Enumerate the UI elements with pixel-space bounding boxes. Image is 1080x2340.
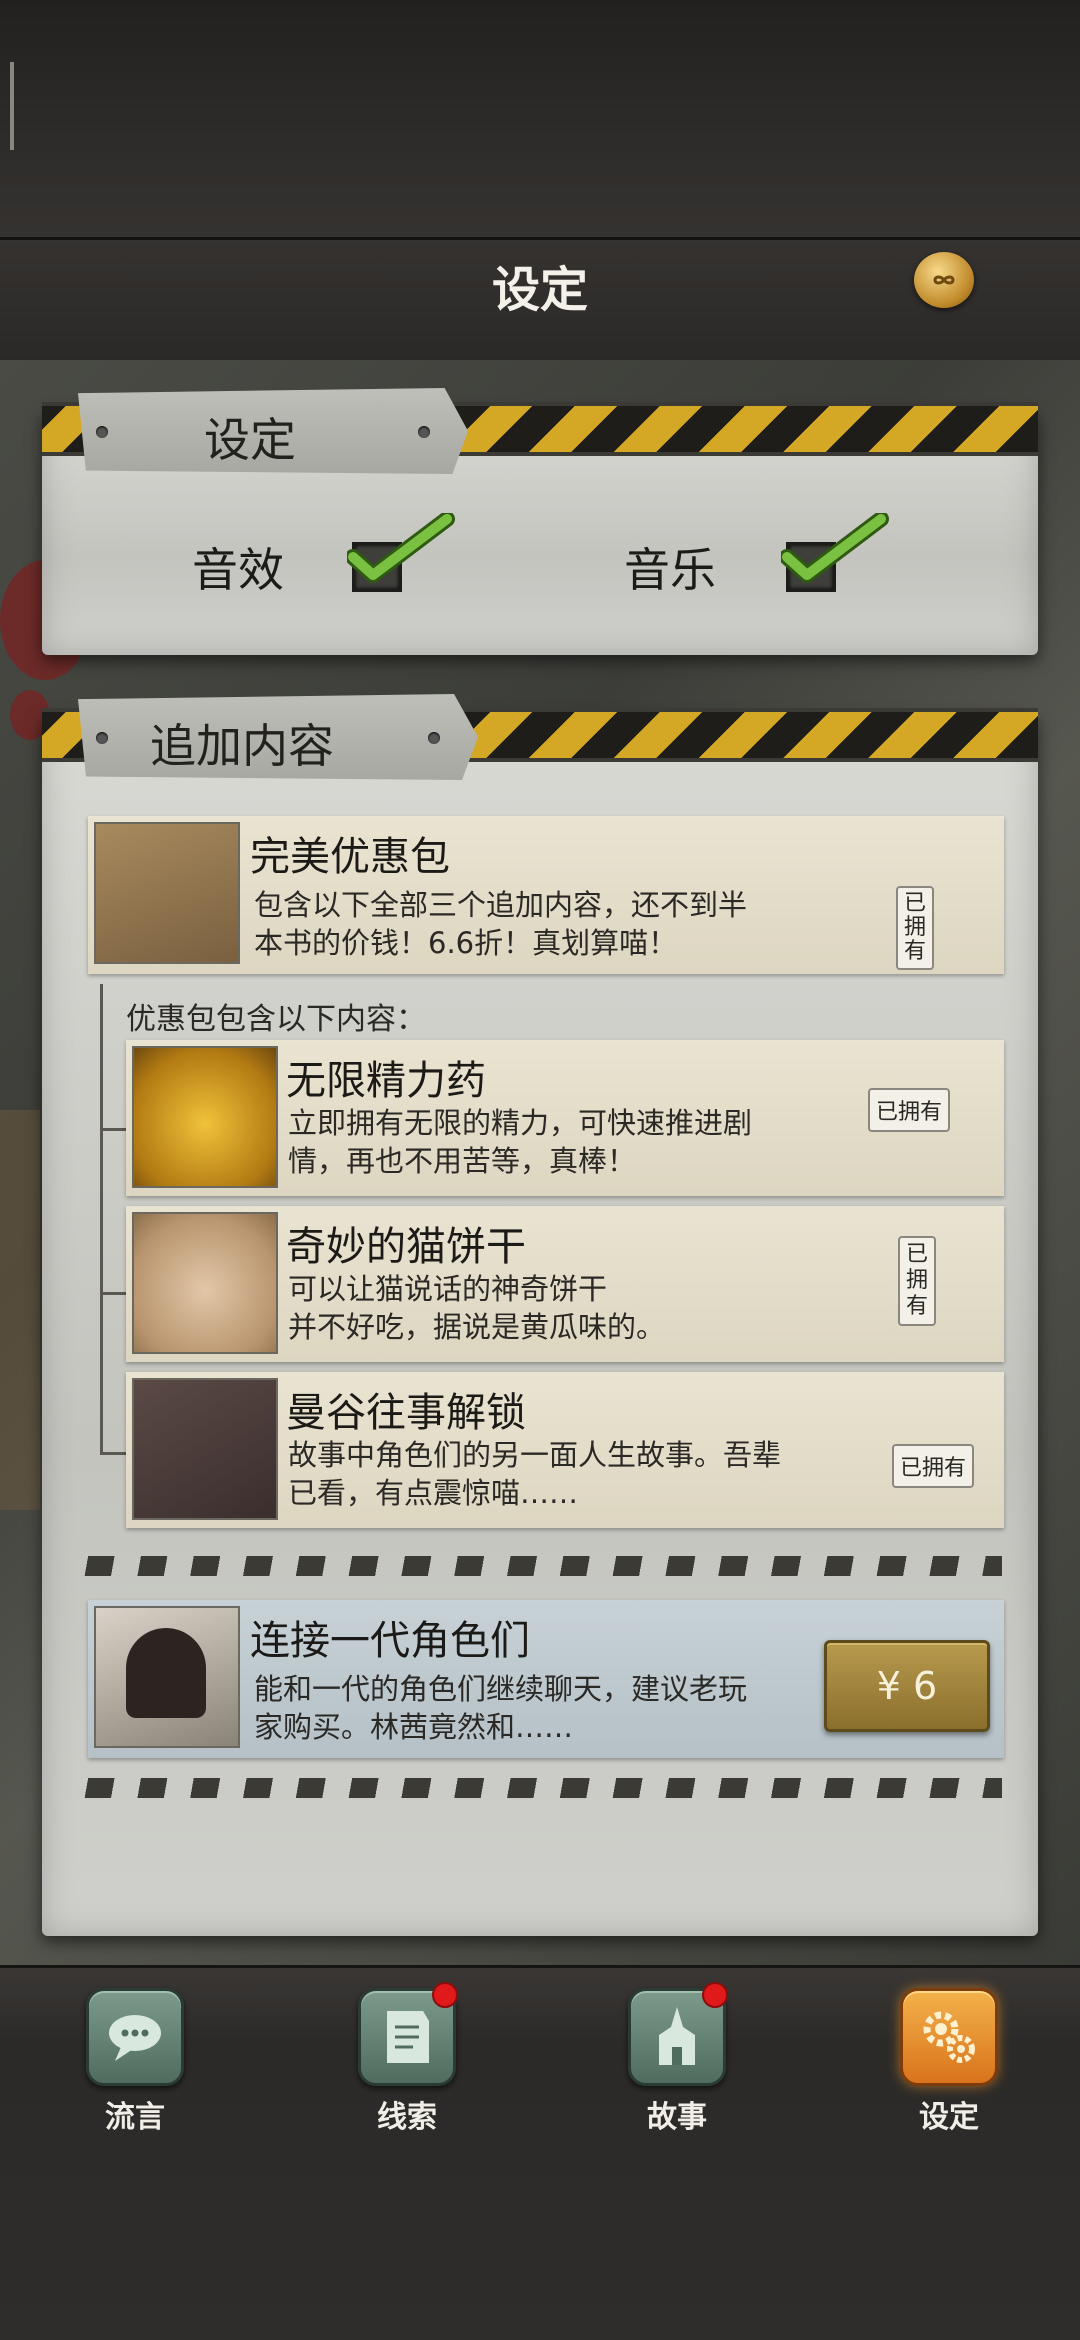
owned-badge: 已拥有 — [868, 1088, 951, 1132]
tree-line — [100, 984, 103, 1454]
potion-jar-image — [132, 1046, 278, 1188]
dashed-divider — [78, 1556, 1002, 1576]
checkmark-icon — [347, 513, 455, 583]
music-label: 音乐 — [624, 543, 716, 597]
addon-desc-line1: 故事中角色们的另一面人生故事。吾辈 — [288, 1438, 782, 1472]
price-button[interactable]: ¥ 6 — [824, 1640, 990, 1732]
addon-desc-line2: 并不好吃，据说是黄瓜味的。 — [288, 1310, 666, 1344]
gear-icon — [900, 1988, 998, 2086]
owned-badge: 已拥有 — [898, 1236, 936, 1326]
notification-badge — [432, 1982, 458, 2008]
box-image — [94, 822, 240, 964]
addon-desc-line2: 情，再也不用苦等，真棒！ — [288, 1144, 637, 1178]
bundle-desc-line2: 本书的价钱！6.6折！真划算喵！ — [254, 926, 678, 960]
sound-effects-checkbox[interactable] — [347, 513, 455, 592]
paid-item-title: 连接一代角色们 — [250, 1618, 530, 1664]
infinity-coin-button[interactable] — [914, 252, 974, 308]
portrait-silhouette — [126, 1628, 206, 1718]
infinity-icon — [933, 275, 955, 285]
status-indicator — [10, 62, 14, 150]
tree-line — [100, 1452, 126, 1455]
tree-line — [100, 1128, 126, 1131]
paid-item-desc-line2: 家购买。林茜竟然和…… — [254, 1710, 574, 1744]
addon-card-energy-potion[interactable]: 无限精力药 立即拥有无限的精力，可快速推进剧 情，再也不用苦等，真棒！ 已拥有 — [126, 1040, 1004, 1196]
addon-desc-line1: 可以让猫说话的神奇饼干 — [288, 1272, 608, 1306]
status-bar — [0, 0, 1080, 240]
bottom-nav: 流言 线索 故事 设定 — [0, 1965, 1080, 2340]
addon-card-bangkok-story[interactable]: 曼谷往事解锁 故事中角色们的另一面人生故事。吾辈 已看，有点震惊喵…… 已拥有 — [126, 1372, 1004, 1528]
chat-bubble-icon — [86, 1988, 184, 2086]
settings-tab-label: 设定 — [204, 413, 296, 467]
door-frame — [0, 1110, 40, 1510]
owned-badge: 已拥有 — [896, 886, 934, 970]
nav-item-clues[interactable]: 线索 — [352, 1982, 462, 2136]
nav-item-story[interactable]: 故事 — [622, 1982, 732, 2136]
nav-item-settings[interactable]: 设定 — [894, 1988, 1004, 2136]
addons-tab-label: 追加内容 — [150, 719, 334, 773]
checkmark-icon — [781, 513, 889, 583]
bundle-title: 完美优惠包 — [250, 834, 450, 880]
nav-item-rumors[interactable]: 流言 — [80, 1988, 190, 2136]
music-checkbox[interactable] — [781, 513, 889, 592]
owned-badge: 已拥有 — [892, 1444, 975, 1488]
character-photo-image — [94, 1606, 240, 1748]
rivet — [96, 426, 108, 438]
nav-label: 故事 — [647, 2100, 707, 2135]
rivet — [428, 732, 440, 744]
addon-title: 无限精力药 — [286, 1058, 486, 1104]
nav-label: 设定 — [919, 2100, 979, 2135]
addon-desc-line2: 已看，有点震惊喵…… — [288, 1476, 579, 1510]
addon-title: 曼谷往事解锁 — [286, 1390, 526, 1436]
nav-label: 线索 — [377, 2100, 437, 2135]
tree-line — [100, 1292, 126, 1295]
cat-cookie-image — [132, 1212, 278, 1354]
nav-label: 流言 — [105, 2100, 165, 2135]
bundle-card[interactable]: 完美优惠包 包含以下全部三个追加内容，还不到半 本书的价钱！6.6折！真划算喵！… — [88, 816, 1004, 974]
sound-effects-label: 音效 — [192, 543, 284, 597]
rivet — [96, 732, 108, 744]
addon-desc-line1: 立即拥有无限的精力，可快速推进剧 — [288, 1106, 753, 1140]
addon-title: 奇妙的猫饼干 — [286, 1224, 526, 1270]
notification-badge — [702, 1982, 728, 2008]
diary-book-image — [132, 1378, 278, 1520]
dashed-divider — [78, 1778, 1002, 1798]
bundle-contents-label: 优惠包包含以下内容： — [126, 1002, 426, 1037]
addon-card-cat-cookie[interactable]: 奇妙的猫饼干 可以让猫说话的神奇饼干 并不好吃，据说是黄瓜味的。 已拥有 — [126, 1206, 1004, 1362]
paid-item-desc-line1: 能和一代的角色们继续聊天，建议老玩 — [254, 1672, 748, 1706]
bundle-desc-line1: 包含以下全部三个追加内容，还不到半 — [254, 888, 748, 922]
rivet — [418, 426, 430, 438]
